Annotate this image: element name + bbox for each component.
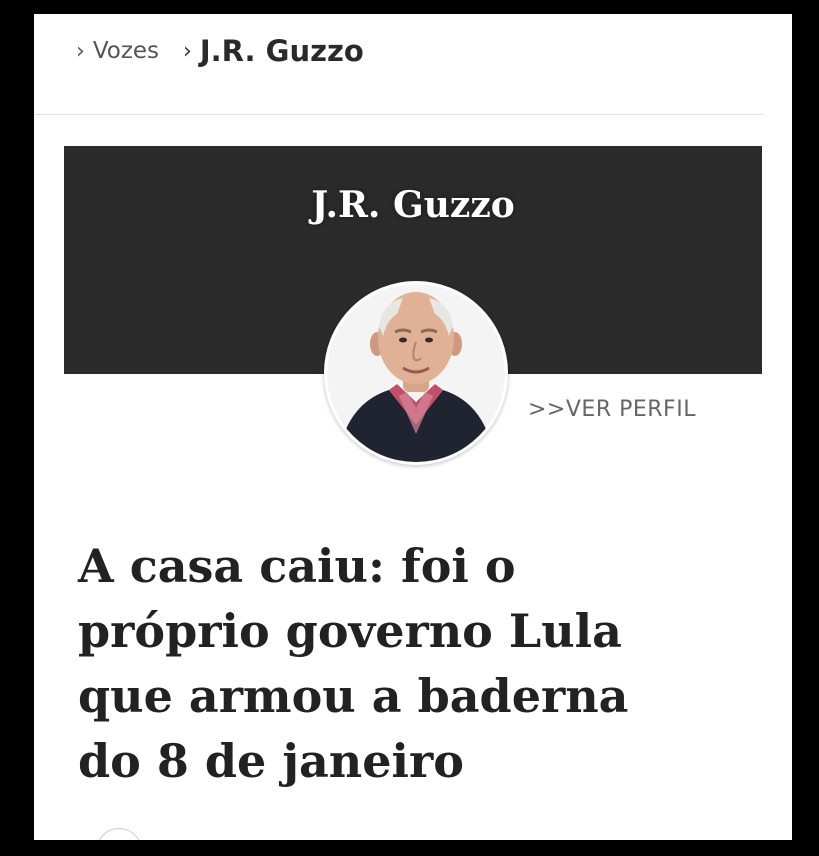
author-thumbnail [96,828,142,840]
article-headline[interactable]: A casa caiu: foi o próprio governo Lula … [78,534,768,794]
breadcrumb-label: Vozes [92,38,160,64]
author-portrait [327,284,505,462]
chevron-right-icon: › [183,38,192,64]
author-name: J.R. Guzzo [311,184,515,226]
page: › Vozes › J.R. Guzzo J.R. Guzzo >>VER PE… [34,14,792,840]
author-avatar[interactable] [324,281,508,465]
divider [34,114,764,115]
breadcrumb-item-author[interactable]: › J.R. Guzzo [183,34,364,68]
breadcrumb-label: J.R. Guzzo [199,34,364,68]
chevron-right-icon: › [76,38,85,64]
breadcrumb: › Vozes › J.R. Guzzo [76,34,364,68]
view-profile-link[interactable]: >>VER PERFIL [528,397,696,422]
breadcrumb-item-vozes[interactable]: › Vozes [76,38,159,64]
